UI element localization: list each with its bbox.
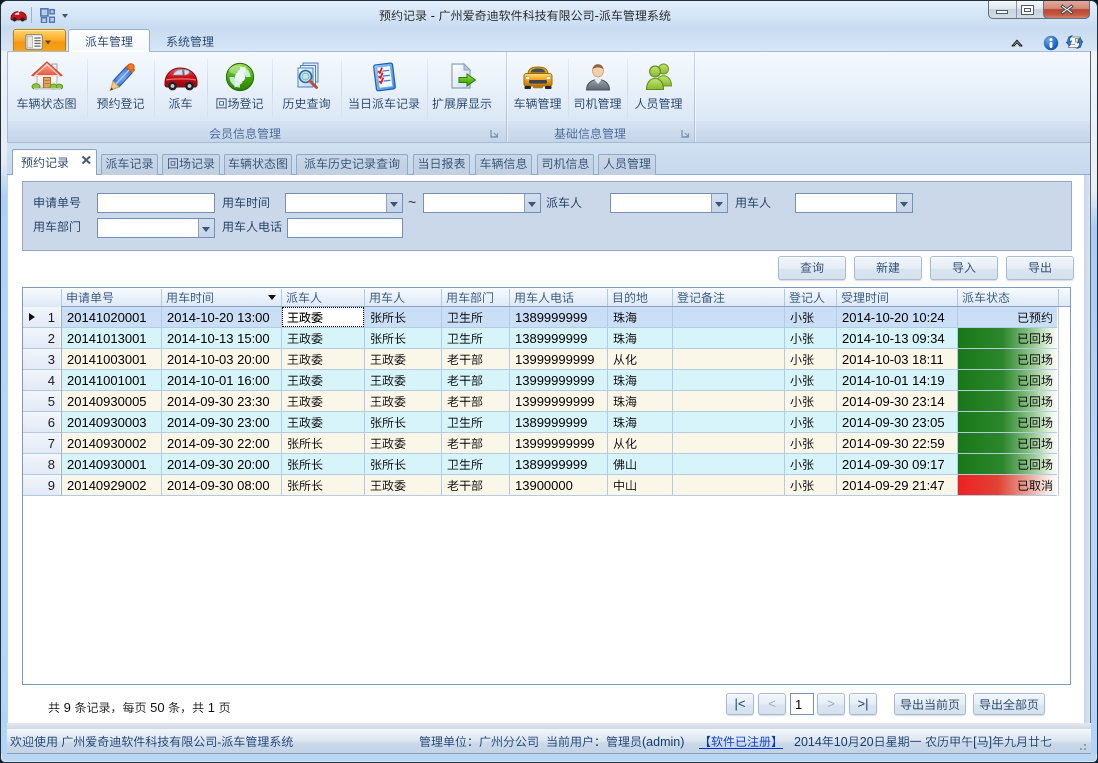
svg-text:8: 8 <box>48 457 55 472</box>
svg-text:2014-10-20 10:24: 2014-10-20 10:24 <box>842 310 945 325</box>
svg-text:10: 10 <box>834 735 848 749</box>
svg-text:20141020001: 20141020001 <box>67 310 147 325</box>
svg-text:2014-10-01 16:00: 2014-10-01 16:00 <box>167 373 270 388</box>
svg-text:20140930003: 20140930003 <box>67 415 147 430</box>
svg-text:1389999999: 1389999999 <box>515 457 587 472</box>
svg-text:2014-09-30 23:30: 2014-09-30 23:30 <box>167 394 270 409</box>
svg-text:2: 2 <box>48 331 55 346</box>
svg-text:4: 4 <box>48 373 55 388</box>
svg-text:2014-10-01 14:19: 2014-10-01 14:19 <box>842 373 945 388</box>
svg-text:1389999999: 1389999999 <box>515 331 587 346</box>
svg-text:2014-10-03 18:11: 2014-10-03 18:11 <box>842 352 944 367</box>
svg-text:20141001001: 20141001001 <box>67 373 147 388</box>
svg-text:9: 9 <box>48 478 55 493</box>
svg-text:13999999999: 13999999999 <box>515 373 595 388</box>
svg-text:7: 7 <box>48 436 55 451</box>
svg-text:20: 20 <box>860 735 874 749</box>
svg-text:|<: |< <box>735 696 746 711</box>
svg-text:-: - <box>217 735 221 749</box>
svg-text:20141003001: 20141003001 <box>67 352 147 367</box>
svg-text:2014-09-30 20:00: 2014-09-30 20:00 <box>167 457 270 472</box>
svg-text:20141013001: 20141013001 <box>67 331 147 346</box>
svg-text:1: 1 <box>795 697 802 712</box>
svg-text:(admin): (admin) <box>642 735 684 749</box>
svg-text:13999999999: 13999999999 <box>515 352 595 367</box>
svg-text:>: > <box>827 696 835 711</box>
svg-text:13900000: 13900000 <box>515 478 573 493</box>
svg-text:2014-09-30 23:00: 2014-09-30 23:00 <box>167 415 270 430</box>
svg-text:1389999999: 1389999999 <box>515 415 587 430</box>
svg-text:13999999999: 13999999999 <box>515 436 595 451</box>
svg-text:2014-09-30 08:00: 2014-09-30 08:00 <box>167 478 270 493</box>
svg-text:13999999999: 13999999999 <box>515 394 595 409</box>
svg-text:-: - <box>427 8 439 23</box>
svg-text:2014-09-29 21:47: 2014-09-29 21:47 <box>842 478 945 493</box>
svg-text:2014-10-13 09:34: 2014-10-13 09:34 <box>842 331 945 346</box>
svg-text:20140929002: 20140929002 <box>67 478 147 493</box>
svg-text:1389999999: 1389999999 <box>515 310 587 325</box>
svg-text:1: 1 <box>48 310 55 325</box>
svg-text:5: 5 <box>48 394 55 409</box>
svg-text:2014-10-03 20:00: 2014-10-03 20:00 <box>167 352 270 367</box>
svg-text:2014-10-20 13:00: 2014-10-20 13:00 <box>167 310 270 325</box>
svg-text:2014-09-30 22:00: 2014-09-30 22:00 <box>167 436 270 451</box>
svg-text:2014-09-30 09:17: 2014-09-30 09:17 <box>842 457 945 472</box>
svg-text:<: < <box>768 696 776 711</box>
svg-text:20140930005: 20140930005 <box>67 394 147 409</box>
svg-text:>|: >| <box>858 696 869 711</box>
svg-text:20140930002: 20140930002 <box>67 436 147 451</box>
svg-text:6: 6 <box>48 415 55 430</box>
svg-text:2014-09-30 22:59: 2014-09-30 22:59 <box>842 436 945 451</box>
svg-text:2014-10-13 15:00: 2014-10-13 15:00 <box>167 331 270 346</box>
svg-text:-: - <box>595 8 599 23</box>
svg-text:3: 3 <box>48 352 55 367</box>
svg-text:2014: 2014 <box>794 735 822 749</box>
svg-text:[: [ <box>973 735 977 749</box>
svg-text:1: 1 <box>204 700 218 715</box>
svg-text:20140930001: 20140930001 <box>67 457 147 472</box>
svg-text:9: 9 <box>60 700 74 715</box>
svg-text:~: ~ <box>408 194 416 210</box>
svg-text:50: 50 <box>147 700 169 715</box>
svg-text:2014-09-30 23:14: 2014-09-30 23:14 <box>842 394 945 409</box>
svg-text:2014-09-30 23:05: 2014-09-30 23:05 <box>842 415 945 430</box>
svg-text:]: ] <box>989 735 992 749</box>
